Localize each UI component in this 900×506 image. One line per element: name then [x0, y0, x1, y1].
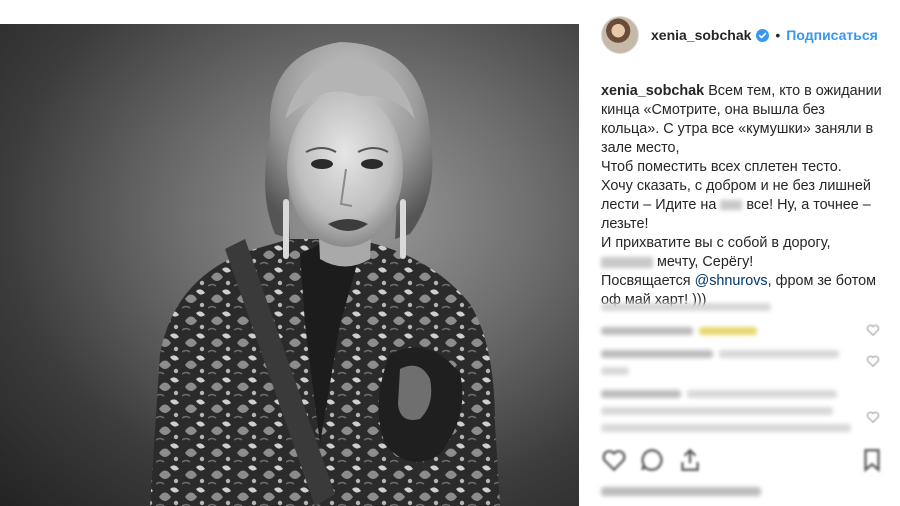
bookmark-icon[interactable]	[859, 447, 885, 473]
comment-author[interactable]	[601, 390, 681, 398]
caption-line: лезьте!	[601, 216, 649, 232]
caption-line: зале место,	[601, 140, 680, 156]
caption-line: лести – Идите на	[601, 197, 717, 213]
verified-badge-icon	[756, 28, 770, 42]
post-actions	[601, 447, 886, 477]
caption-line: Чтоб поместить всех сплетен тесто.	[601, 159, 842, 175]
caption-username[interactable]: xenia_sobchak	[601, 83, 704, 99]
comment-text	[719, 350, 839, 358]
likes-count[interactable]	[601, 487, 761, 496]
author-username[interactable]: xenia_sobchak	[651, 27, 751, 43]
load-more-comments[interactable]	[601, 303, 771, 311]
comment-author[interactable]	[601, 327, 693, 335]
portrait-image	[150, 42, 500, 506]
caption-line: Всем тем, кто в ожидании	[708, 83, 882, 99]
avatar[interactable]	[601, 16, 639, 54]
heart-icon[interactable]	[601, 447, 627, 473]
comment-author[interactable]	[601, 350, 713, 358]
caption-line: все! Ну, а точнее –	[746, 197, 871, 213]
header-separator: •	[775, 27, 781, 43]
censored-word	[720, 200, 743, 211]
caption-line: кинца «Смотрите, она вышла без	[601, 102, 825, 118]
mention-link[interactable]: @shnurovs	[695, 273, 768, 289]
caption-line: Посвящается	[601, 273, 691, 289]
follow-button[interactable]: Подписаться	[786, 27, 878, 43]
comment-text	[687, 390, 837, 398]
share-icon[interactable]	[677, 447, 703, 473]
caption-line: И прихватите вы с собой в дорогу,	[601, 235, 831, 251]
comment-like-icon[interactable]	[866, 410, 880, 424]
comment-like-icon[interactable]	[866, 354, 880, 368]
post-photo[interactable]	[0, 24, 579, 506]
comment-text	[601, 407, 833, 415]
post-sidebar: xenia_sobchak • Подписаться xenia_sobcha…	[579, 0, 900, 506]
comment-text	[601, 367, 629, 375]
comment-text	[699, 327, 757, 335]
caption-line: , фром зе ботом	[767, 273, 877, 289]
post-caption: xenia_sobchak Всем тем, кто в ожидании к…	[601, 82, 886, 310]
caption-line: Хочу сказать, с добром и не без лишней	[601, 178, 871, 194]
comment-text	[601, 424, 851, 432]
post-header: xenia_sobchak • Подписаться	[579, 0, 900, 70]
caption-line: кольца». С утра все «кумушки» заняли в	[601, 121, 874, 137]
caption-line: мечту, Серёгу!	[657, 254, 754, 270]
censored-word	[601, 256, 653, 268]
comment-like-icon[interactable]	[866, 323, 880, 337]
comment-icon[interactable]	[639, 447, 665, 473]
